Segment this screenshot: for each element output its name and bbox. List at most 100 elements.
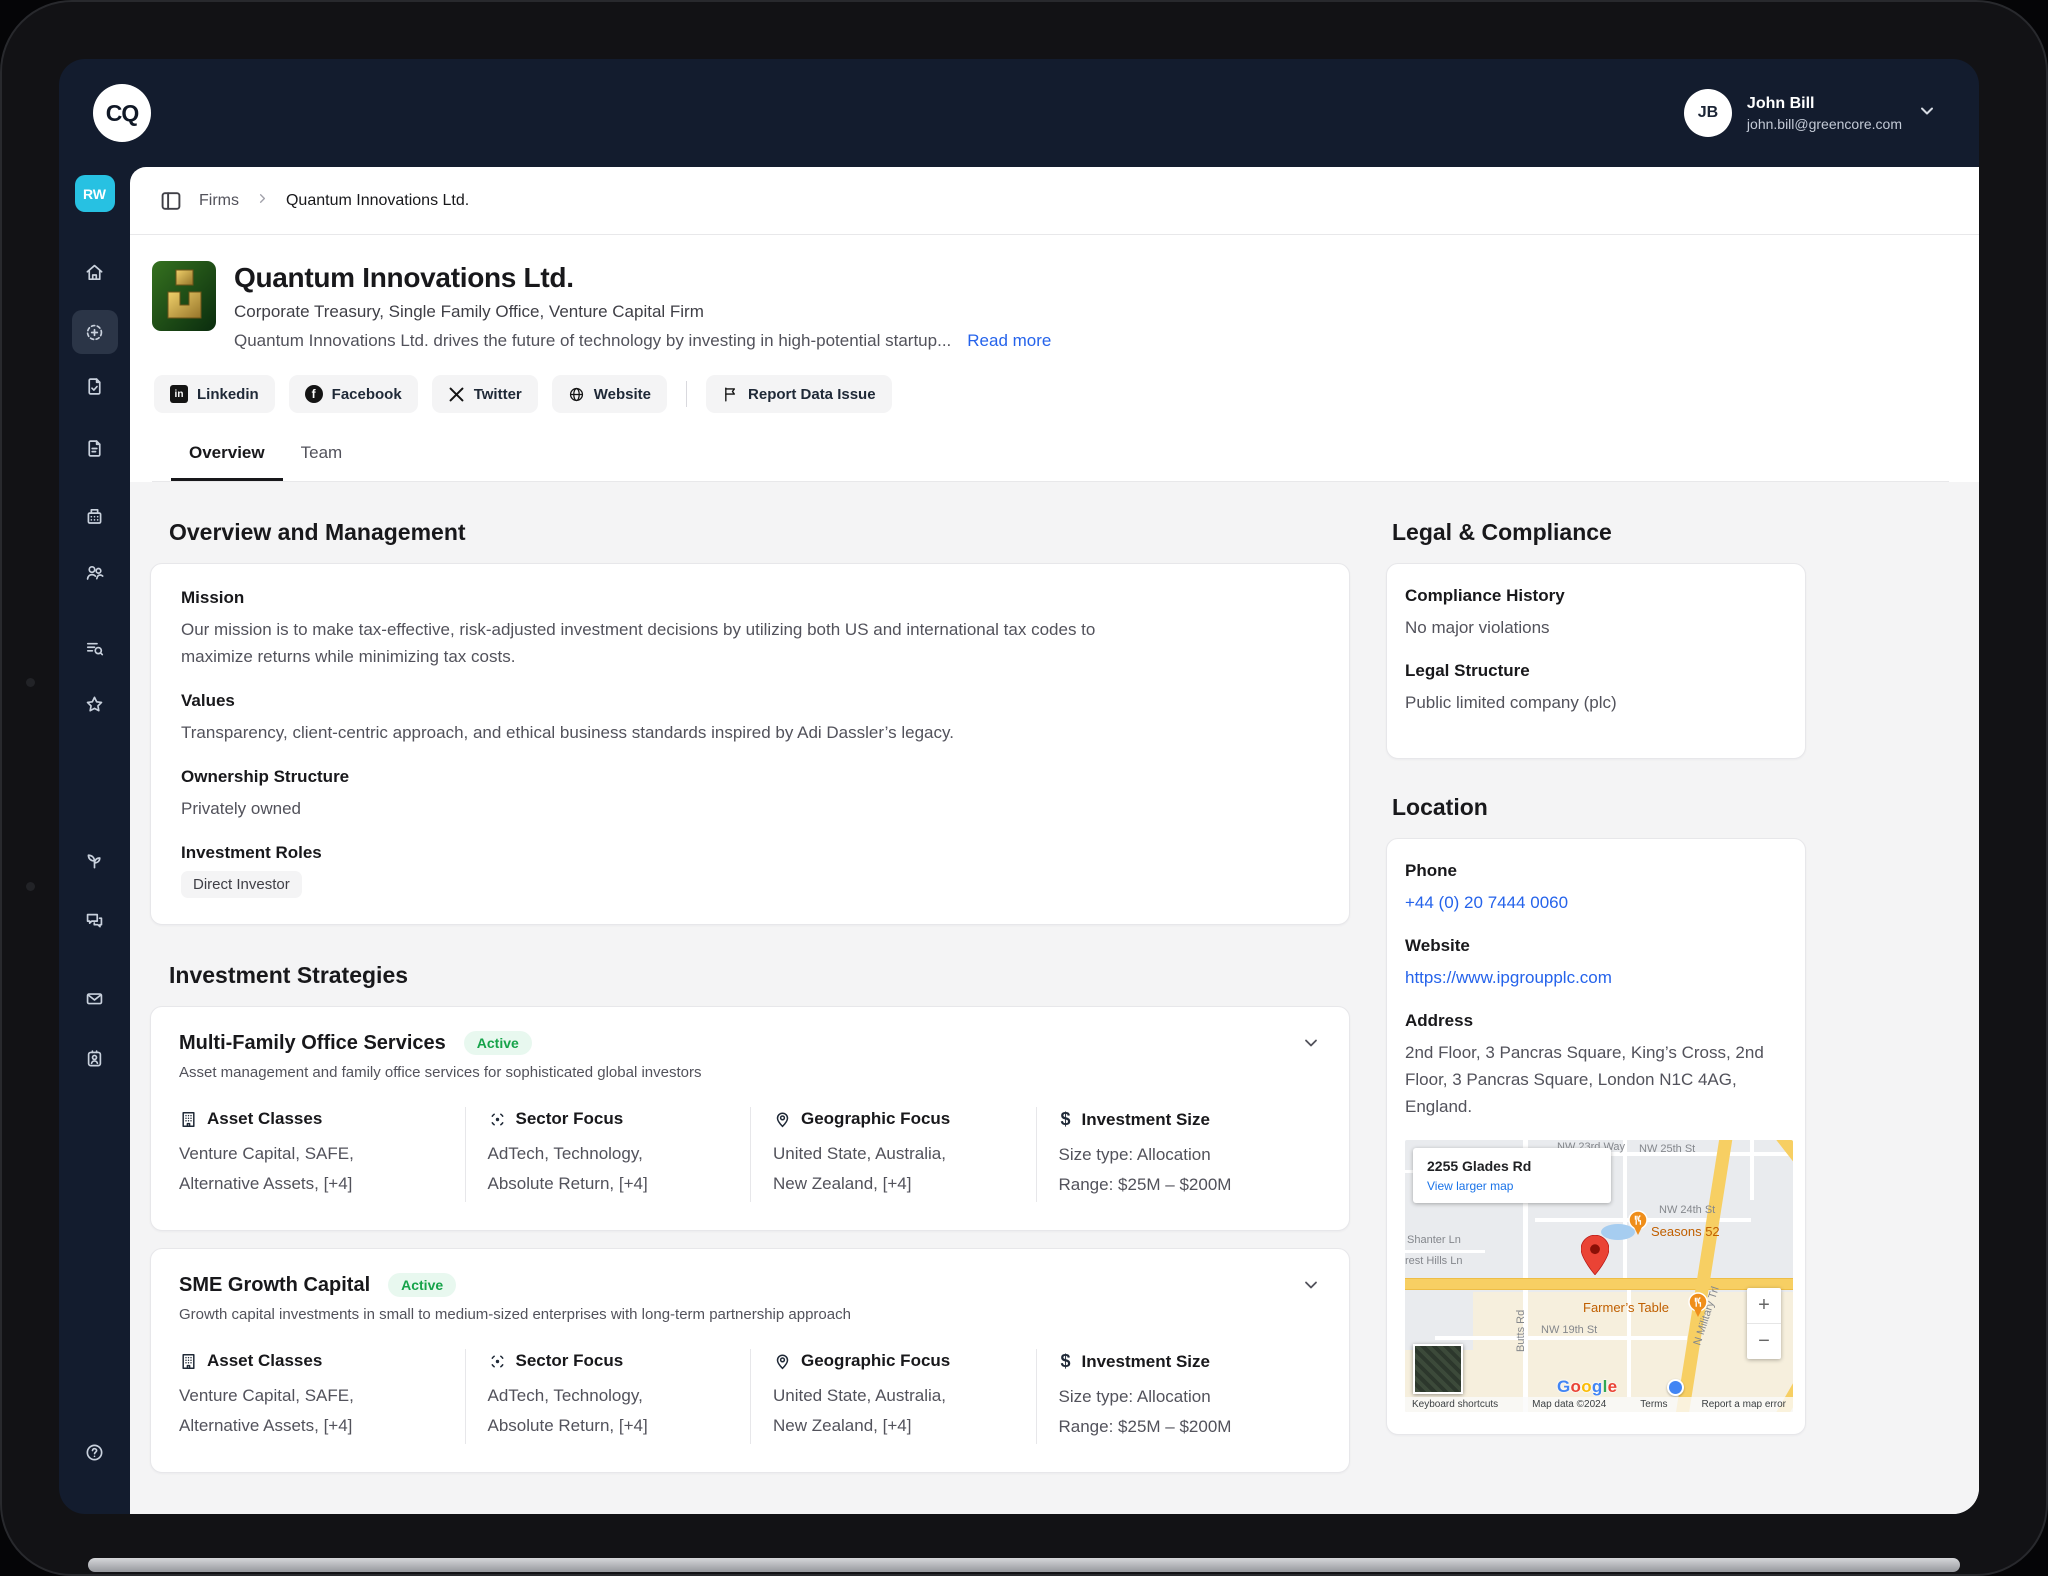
building-icon[interactable] — [72, 494, 118, 538]
tab-team[interactable]: Team — [283, 443, 361, 481]
twitter-button[interactable]: Twitter — [432, 375, 538, 413]
user-name: John Bill — [1747, 95, 1902, 113]
restaurant-pin-icon[interactable] — [1687, 1292, 1709, 1318]
users-icon[interactable] — [72, 550, 118, 594]
user-menu[interactable]: JB John Bill john.bill@greencore.com — [1684, 89, 1937, 137]
main-panel: Firms Quantum Innovations Ltd. — [130, 167, 1979, 1514]
home-icon[interactable] — [72, 250, 118, 294]
bezel-button — [26, 678, 35, 687]
legal-structure-label: Legal Structure — [1405, 661, 1787, 681]
strategy-name: Multi-Family Office Services — [179, 1032, 446, 1055]
restaurant-pin-icon[interactable] — [1627, 1210, 1649, 1236]
transit-dot — [1667, 1379, 1684, 1396]
map-info-title: 2255 Glades Rd — [1427, 1158, 1597, 1174]
view-larger-map-link[interactable]: View larger map — [1427, 1179, 1597, 1193]
status-badge: Active — [464, 1031, 532, 1055]
flag-icon — [722, 386, 739, 403]
street-label: Butts Rd — [1515, 1310, 1527, 1352]
building-icon — [179, 1110, 198, 1129]
address-value: 2nd Floor, 3 Pancras Square, King’s Cros… — [1405, 1039, 1787, 1120]
street-label: NW 19th St — [1541, 1324, 1597, 1336]
app-logo-text: CQ — [106, 100, 139, 127]
poi-label[interactable]: Farmer’s Table — [1583, 1300, 1669, 1315]
read-more-link[interactable]: Read more — [967, 331, 1051, 350]
left-column: Overview and Management Mission Our miss… — [150, 518, 1350, 1494]
section-title-overview: Overview and Management — [169, 518, 1350, 546]
help-icon[interactable] — [72, 1430, 118, 1474]
file-check-icon[interactable] — [72, 364, 118, 408]
file-text-icon[interactable] — [72, 426, 118, 470]
map-pin-icon — [773, 1352, 792, 1371]
asset-classes-column: Asset Classes Venture Capital, SAFE, Alt… — [179, 1107, 465, 1202]
ownership-value: Privately owned — [181, 795, 1121, 822]
compliance-label: Compliance History — [1405, 586, 1787, 606]
location-card: Phone +44 (0) 20 7444 0060 Website https… — [1386, 838, 1806, 1435]
breadcrumb-current: Quantum Innovations Ltd. — [286, 192, 469, 210]
mail-icon[interactable] — [72, 976, 118, 1020]
mission-value: Our mission is to make tax-effective, ri… — [181, 616, 1121, 670]
map-attribution: Keyboard shortcuts Map data ©2024 Terms … — [1405, 1397, 1793, 1412]
firm-description: Quantum Innovations Ltd. drives the futu… — [234, 331, 1051, 351]
seedling-icon[interactable] — [72, 838, 118, 882]
street-label: rest Hills Ln — [1405, 1255, 1462, 1267]
linkedin-button[interactable]: Linkedin — [154, 375, 275, 413]
globe-icon — [568, 386, 585, 403]
chevron-down-icon — [1917, 101, 1937, 126]
tablet-bezel: CQ JB John Bill john.bill@greencore.com — [0, 0, 2048, 1576]
breadcrumb-firms[interactable]: Firms — [199, 192, 239, 210]
breadcrumb: Firms Quantum Innovations Ltd. — [130, 167, 1979, 235]
strategy-description: Asset management and family office servi… — [179, 1064, 1321, 1081]
terms-link[interactable]: Terms — [1640, 1399, 1667, 1410]
geographic-focus-column: Geographic Focus United State, Australia… — [750, 1107, 1036, 1202]
workspace-badge[interactable]: RW — [75, 175, 115, 212]
mission-label: Mission — [181, 588, 1319, 608]
facebook-button[interactable]: Facebook — [289, 375, 418, 413]
overview-card: Mission Our mission is to make tax-effec… — [150, 563, 1350, 925]
contact-card-icon[interactable] — [72, 1036, 118, 1080]
report-data-issue-button[interactable]: Report Data Issue — [706, 375, 892, 413]
firm-header-text: Quantum Innovations Ltd. Corporate Treas… — [234, 261, 1051, 351]
poi-label[interactable]: Seasons 52 — [1651, 1224, 1720, 1239]
zoom-in-button[interactable]: + — [1747, 1288, 1781, 1324]
sidebar: RW — [59, 167, 130, 1514]
chevron-right-icon — [255, 191, 270, 211]
map-marker-icon[interactable] — [1581, 1235, 1609, 1275]
satellite-toggle-thumbnail[interactable] — [1413, 1344, 1463, 1394]
chevron-down-icon[interactable] — [1301, 1033, 1321, 1053]
website-button[interactable]: Website — [552, 375, 667, 413]
google-logo[interactable]: Google — [1557, 1377, 1617, 1397]
investment-size-column: Investment Size Size type: Allocation Ra… — [1036, 1349, 1322, 1444]
legal-structure-value: Public limited company (plc) — [1405, 689, 1787, 716]
values-value: Transparency, client-centric approach, a… — [181, 719, 1121, 746]
sidebar-toggle-icon[interactable] — [159, 189, 183, 213]
street-label: NW 24th St — [1659, 1204, 1715, 1216]
roles-label: Investment Roles — [181, 843, 1319, 863]
sector-focus-icon — [488, 1352, 507, 1371]
dollar-icon — [1059, 1109, 1073, 1130]
phone-link[interactable]: +44 (0) 20 7444 0060 — [1405, 889, 1787, 916]
star-icon[interactable] — [72, 682, 118, 726]
keyboard-shortcuts-link[interactable]: Keyboard shortcuts — [1412, 1399, 1498, 1410]
website-label: Website — [1405, 936, 1787, 956]
app-logo[interactable]: CQ — [93, 84, 151, 142]
tab-overview[interactable]: Overview — [171, 443, 283, 481]
sector-focus-column: Sector Focus AdTech, Technology, Absolut… — [465, 1349, 751, 1444]
bezel-button — [26, 882, 35, 891]
firm-logo — [152, 261, 216, 331]
right-column: Legal & Compliance Compliance History No… — [1386, 518, 1806, 1494]
list-search-icon[interactable] — [72, 626, 118, 670]
google-map[interactable]: NW 23rd Way NW 25th St NW 24th St Shante… — [1405, 1140, 1793, 1412]
compliance-value: No major violations — [1405, 614, 1787, 641]
highway — [1405, 1278, 1793, 1290]
zoom-out-button[interactable]: − — [1747, 1324, 1781, 1359]
chevron-down-icon[interactable] — [1301, 1275, 1321, 1295]
facebook-icon — [305, 385, 323, 403]
discover-icon[interactable] — [72, 310, 118, 354]
topbar: CQ JB John Bill john.bill@greencore.com — [59, 59, 1979, 167]
report-map-error-link[interactable]: Report a map error — [1702, 1399, 1786, 1410]
website-link[interactable]: https://www.ipgroupplc.com — [1405, 964, 1787, 991]
sector-focus-column: Sector Focus AdTech, Technology, Absolut… — [465, 1107, 751, 1202]
strategy-card: SME Growth Capital Active Growth capital… — [150, 1248, 1350, 1473]
chat-icon[interactable] — [72, 898, 118, 942]
user-info: John Bill john.bill@greencore.com — [1747, 95, 1902, 132]
